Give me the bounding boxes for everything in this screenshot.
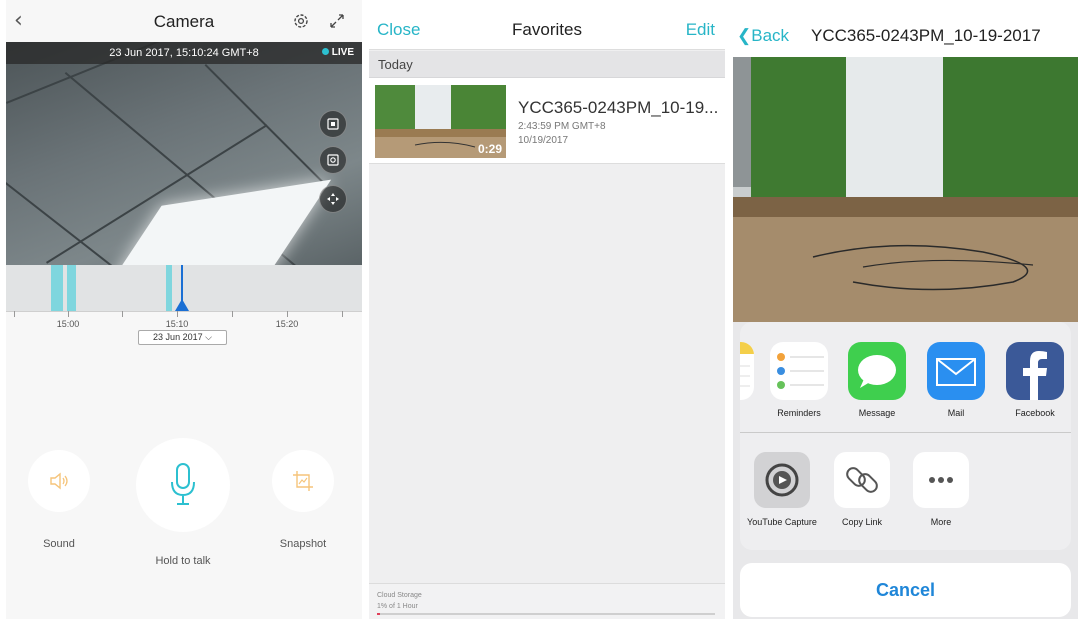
sheet-divider <box>740 432 1071 433</box>
app-label: es <box>740 408 758 418</box>
video-duration: 0:29 <box>477 142 502 156</box>
recording-segment <box>166 265 172 311</box>
youtube-capture-icon[interactable] <box>754 452 810 508</box>
timeline-cursor-arrow[interactable] <box>175 299 189 311</box>
snapshot-label: Snapshot <box>279 538 327 550</box>
recording-segment <box>67 265 76 311</box>
share-sheet: es Reminders Message Mail Facebook YouTu… <box>740 322 1071 550</box>
axis-tick <box>177 311 178 317</box>
live-video[interactable]: 23 Jun 2017, 15:10:24 GMT+8 LIVE <box>6 42 362 265</box>
cloud-storage-label: Cloud Storage <box>377 592 422 599</box>
camera-screen: ‹ Camera 23 Jun 2017, 15:10:24 GMT+8 LIV… <box>6 0 362 619</box>
list-item[interactable]: 0:29 YCC365-0243PM_10-19... 2:43:59 PM G… <box>369 78 725 164</box>
section-label: Today <box>378 57 413 72</box>
axis-tick <box>14 311 15 317</box>
video-status-bar: 23 Jun 2017, 15:10:24 GMT+8 LIVE <box>6 42 362 64</box>
date-value: 23 Jun 2017 <box>153 332 203 342</box>
cloud-storage-footer: Cloud Storage 1% of 1 Hour <box>369 583 725 619</box>
axis-tick <box>232 311 233 317</box>
crop-icon <box>293 471 313 491</box>
share-screen: ❮Back YCC365-0243PM_10-19-2017 es Remind… <box>733 0 1078 619</box>
sound-button[interactable] <box>28 450 90 512</box>
video-thumbnail[interactable]: 0:29 <box>375 85 506 158</box>
storage-progress-fill <box>377 613 381 615</box>
notes-app-icon[interactable] <box>740 342 754 400</box>
recorded-video[interactable] <box>733 57 1078 322</box>
app-label: Message <box>858 408 896 418</box>
video-name: YCC365-0243PM_10-19... <box>518 98 719 117</box>
reminders-app-icon[interactable] <box>770 342 828 400</box>
pan-button[interactable] <box>319 185 347 213</box>
mail-app-icon[interactable] <box>927 342 985 400</box>
gear-icon[interactable] <box>292 12 310 30</box>
facebook-app-icon[interactable] <box>1006 342 1064 400</box>
recording-segment <box>51 265 63 311</box>
axis-tick <box>287 311 288 317</box>
speaker-icon <box>50 472 68 490</box>
action-label: More <box>930 517 952 527</box>
axis-tick <box>122 311 123 317</box>
favorites-header: Close Favorites Edit <box>369 0 725 50</box>
storage-progress-bar <box>377 613 715 615</box>
app-label: Reminders <box>777 408 821 418</box>
axis-tick <box>342 311 343 317</box>
axis-tick <box>68 311 69 317</box>
tick-label: 15:00 <box>56 319 80 329</box>
snapshot-button[interactable] <box>272 450 334 512</box>
storage-usage-label: 1% of 1 Hour <box>377 603 418 610</box>
action-label: Copy Link <box>841 517 883 527</box>
back-label: Back <box>751 26 790 45</box>
video-date: 10/19/2017 <box>518 135 569 146</box>
expand-icon[interactable] <box>328 12 346 30</box>
app-label: Facebook <box>1015 408 1055 418</box>
date-select[interactable]: 23 Jun 2017 ⌵ <box>138 330 227 345</box>
page-title: YCC365-0243PM_10-19-2017 <box>811 26 1041 45</box>
message-app-icon[interactable] <box>848 342 906 400</box>
favorites-screen: Close Favorites Edit Today 0:29 YCC365-0… <box>369 0 725 619</box>
pan-icon <box>327 193 339 205</box>
live-label: LIVE <box>331 47 354 58</box>
hold-to-talk-button[interactable] <box>136 438 230 532</box>
tick-label: 15:10 <box>165 319 189 329</box>
chevron-left-icon: ❮ <box>737 26 752 45</box>
microphone-icon <box>171 463 195 505</box>
capture-button[interactable] <box>319 146 347 174</box>
ceiling-light <box>102 179 332 265</box>
capture-icon <box>327 154 339 166</box>
timeline-axis <box>6 311 362 312</box>
ceiling-line <box>204 64 327 186</box>
app-label: Mail <box>947 408 965 418</box>
talk-label: Hold to talk <box>155 555 211 567</box>
chevron-down-icon: ⌵ <box>205 332 212 342</box>
record-icon <box>327 118 339 130</box>
tick-label: 15:20 <box>275 319 299 329</box>
record-button[interactable] <box>319 110 347 138</box>
cancel-label: Cancel <box>875 580 936 600</box>
action-label: YouTube Capture <box>747 517 817 527</box>
video-frame <box>733 57 1078 322</box>
copy-link-icon[interactable] <box>834 452 890 508</box>
section-header: Today <box>369 51 725 78</box>
page-title: Favorites <box>512 20 582 39</box>
video-timestamp: 23 Jun 2017, 15:10:24 GMT+8 <box>109 47 259 59</box>
cancel-button[interactable]: Cancel <box>740 563 1071 617</box>
sound-label: Sound <box>43 538 75 550</box>
video-time: 2:43:59 PM GMT+8 <box>518 121 606 132</box>
live-badge: LIVE <box>321 47 354 58</box>
back-button[interactable]: ❮Back <box>737 26 789 46</box>
timeline[interactable] <box>6 265 362 311</box>
camera-header: ‹ Camera <box>6 0 362 42</box>
edit-button[interactable]: Edit <box>686 20 715 40</box>
share-header: ❮Back YCC365-0243PM_10-19-2017 <box>733 0 1078 57</box>
more-icon[interactable] <box>913 452 969 508</box>
live-dot-icon <box>321 48 329 55</box>
